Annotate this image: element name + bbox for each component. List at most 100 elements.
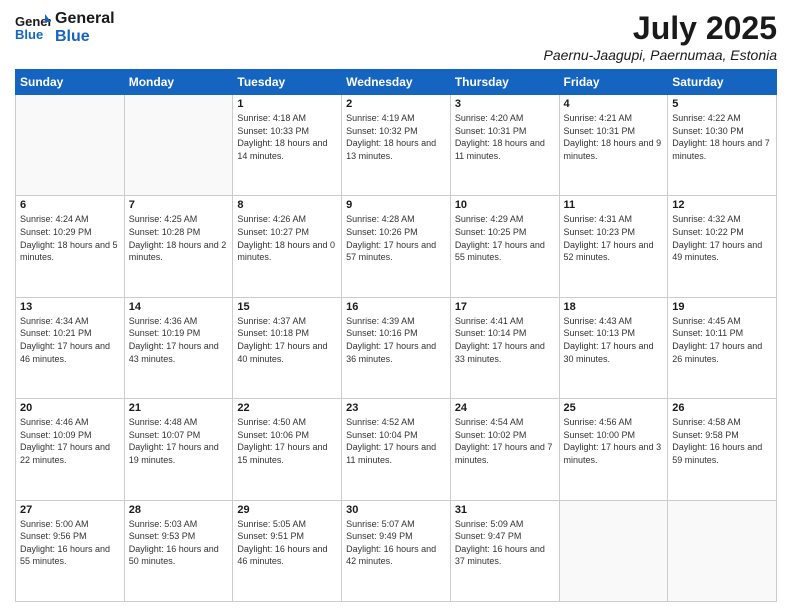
calendar-cell: 1 Sunrise: 4:18 AMSunset: 10:33 PMDayligh… xyxy=(233,95,342,196)
day-info: Sunrise: 4:39 AMSunset: 10:16 PMDaylight… xyxy=(346,315,446,365)
calendar-cell: 27 Sunrise: 5:00 AMSunset: 9:56 PMDayligh… xyxy=(16,500,125,601)
day-number: 28 xyxy=(129,504,229,516)
day-info: Sunrise: 4:24 AMSunset: 10:29 PMDaylight… xyxy=(20,213,120,263)
calendar-cell: 24 Sunrise: 4:54 AMSunset: 10:02 PMDaylig… xyxy=(450,399,559,500)
weekday-header-thursday: Thursday xyxy=(450,70,559,95)
calendar-cell: 31Sunrise: 5:09 AMSunset: 9:47 PMDayligh… xyxy=(450,500,559,601)
day-number: 31 xyxy=(455,504,555,516)
calendar-week-row: 27 Sunrise: 5:00 AMSunset: 9:56 PMDayligh… xyxy=(16,500,777,601)
day-number: 15 xyxy=(237,301,337,313)
weekday-header-tuesday: Tuesday xyxy=(233,70,342,95)
calendar-cell: 9 Sunrise: 4:28 AMSunset: 10:26 PMDayligh… xyxy=(342,196,451,297)
day-number: 12 xyxy=(672,199,772,211)
calendar-table: SundayMondayTuesdayWednesdayThursdayFrid… xyxy=(15,69,777,602)
day-number: 18 xyxy=(564,301,664,313)
day-number: 1 xyxy=(237,98,337,110)
svg-text:Blue: Blue xyxy=(15,27,43,42)
day-number: 16 xyxy=(346,301,446,313)
day-info: Sunrise: 4:22 AMSunset: 10:30 PMDaylight… xyxy=(672,112,772,162)
generalblue-logo-icon: General Blue xyxy=(15,12,51,44)
calendar-cell: 7 Sunrise: 4:25 AMSunset: 10:28 PMDayligh… xyxy=(124,196,233,297)
calendar-cell: 2Sunrise: 4:19 AMSunset: 10:32 PMDayligh… xyxy=(342,95,451,196)
day-number: 22 xyxy=(237,402,337,414)
calendar-cell xyxy=(559,500,668,601)
day-number: 19 xyxy=(672,301,772,313)
calendar-cell: 25Sunrise: 4:56 AMSunset: 10:00 PMDaylig… xyxy=(559,399,668,500)
weekday-header-sunday: Sunday xyxy=(16,70,125,95)
logo-general: General xyxy=(55,10,115,28)
calendar-cell: 12Sunrise: 4:32 AMSunset: 10:22 PMDaylig… xyxy=(668,196,777,297)
day-info: Sunrise: 4:19 AMSunset: 10:32 PMDaylight… xyxy=(346,112,446,162)
day-info: Sunrise: 4:18 AMSunset: 10:33 PMDaylight… xyxy=(237,112,337,162)
weekday-header-friday: Friday xyxy=(559,70,668,95)
calendar-cell: 19 Sunrise: 4:45 AMSunset: 10:11 PMDaylig… xyxy=(668,297,777,398)
calendar-cell: 14 Sunrise: 4:36 AMSunset: 10:19 PMDaylig… xyxy=(124,297,233,398)
logo-area: General Blue General Blue xyxy=(15,10,115,47)
day-info: Sunrise: 4:31 AMSunset: 10:23 PMDaylight… xyxy=(564,213,664,263)
day-info: Sunrise: 4:37 AMSunset: 10:18 PMDaylight… xyxy=(237,315,337,365)
day-number: 27 xyxy=(20,504,120,516)
day-info: Sunrise: 4:46 AMSunset: 10:09 PMDaylight… xyxy=(20,416,120,466)
day-info: Sunrise: 4:29 AMSunset: 10:25 PMDaylight… xyxy=(455,213,555,263)
calendar-cell xyxy=(124,95,233,196)
day-number: 13 xyxy=(20,301,120,313)
calendar-cell: 13 Sunrise: 4:34 AMSunset: 10:21 PMDaylig… xyxy=(16,297,125,398)
calendar-cell: 4 Sunrise: 4:21 AMSunset: 10:31 PMDayligh… xyxy=(559,95,668,196)
title-area: July 2025 Paernu-Jaagupi, Paernumaa, Est… xyxy=(544,10,777,63)
calendar-cell: 30 Sunrise: 5:07 AMSunset: 9:49 PMDayligh… xyxy=(342,500,451,601)
calendar-cell xyxy=(668,500,777,601)
calendar-cell: 6 Sunrise: 4:24 AMSunset: 10:29 PMDayligh… xyxy=(16,196,125,297)
weekday-header-row: SundayMondayTuesdayWednesdayThursdayFrid… xyxy=(16,70,777,95)
day-info: Sunrise: 4:26 AMSunset: 10:27 PMDaylight… xyxy=(237,213,337,263)
day-info: Sunrise: 4:54 AMSunset: 10:02 PMDaylight… xyxy=(455,416,555,466)
day-info: Sunrise: 4:43 AMSunset: 10:13 PMDaylight… xyxy=(564,315,664,365)
day-number: 29 xyxy=(237,504,337,516)
location-subtitle: Paernu-Jaagupi, Paernumaa, Estonia xyxy=(544,47,777,63)
day-info: Sunrise: 5:05 AMSunset: 9:51 PMDaylight:… xyxy=(237,518,337,568)
logo-blue: Blue xyxy=(55,28,115,46)
day-number: 5 xyxy=(672,98,772,110)
day-info: Sunrise: 5:07 AMSunset: 9:49 PMDaylight:… xyxy=(346,518,446,568)
day-number: 7 xyxy=(129,199,229,211)
calendar-cell: 26Sunrise: 4:58 AMSunset: 9:58 PMDayligh… xyxy=(668,399,777,500)
day-number: 9 xyxy=(346,199,446,211)
day-info: Sunrise: 4:50 AMSunset: 10:06 PMDaylight… xyxy=(237,416,337,466)
day-number: 30 xyxy=(346,504,446,516)
month-year-title: July 2025 xyxy=(544,10,777,47)
day-info: Sunrise: 4:36 AMSunset: 10:19 PMDaylight… xyxy=(129,315,229,365)
day-info: Sunrise: 4:41 AMSunset: 10:14 PMDaylight… xyxy=(455,315,555,365)
day-info: Sunrise: 4:28 AMSunset: 10:26 PMDaylight… xyxy=(346,213,446,263)
day-number: 11 xyxy=(564,199,664,211)
calendar-cell: 3 Sunrise: 4:20 AMSunset: 10:31 PMDayligh… xyxy=(450,95,559,196)
calendar-cell: 29 Sunrise: 5:05 AMSunset: 9:51 PMDayligh… xyxy=(233,500,342,601)
weekday-header-monday: Monday xyxy=(124,70,233,95)
day-number: 8 xyxy=(237,199,337,211)
day-info: Sunrise: 5:03 AMSunset: 9:53 PMDaylight:… xyxy=(129,518,229,568)
day-info: Sunrise: 4:25 AMSunset: 10:28 PMDaylight… xyxy=(129,213,229,263)
day-number: 20 xyxy=(20,402,120,414)
day-info: Sunrise: 4:20 AMSunset: 10:31 PMDaylight… xyxy=(455,112,555,162)
day-number: 6 xyxy=(20,199,120,211)
day-info: Sunrise: 4:48 AMSunset: 10:07 PMDaylight… xyxy=(129,416,229,466)
calendar-cell: 23Sunrise: 4:52 AMSunset: 10:04 PMDaylig… xyxy=(342,399,451,500)
calendar-cell: 15 Sunrise: 4:37 AMSunset: 10:18 PMDaylig… xyxy=(233,297,342,398)
day-number: 4 xyxy=(564,98,664,110)
calendar-cell: 10Sunrise: 4:29 AMSunset: 10:25 PMDaylig… xyxy=(450,196,559,297)
day-info: Sunrise: 4:21 AMSunset: 10:31 PMDaylight… xyxy=(564,112,664,162)
day-info: Sunrise: 4:34 AMSunset: 10:21 PMDaylight… xyxy=(20,315,120,365)
page: General Blue General Blue July 2025 Paer… xyxy=(0,0,792,612)
calendar-cell: 17 Sunrise: 4:41 AMSunset: 10:14 PMDaylig… xyxy=(450,297,559,398)
day-number: 24 xyxy=(455,402,555,414)
day-info: Sunrise: 4:45 AMSunset: 10:11 PMDaylight… xyxy=(672,315,772,365)
calendar-cell: 8 Sunrise: 4:26 AMSunset: 10:27 PMDayligh… xyxy=(233,196,342,297)
calendar-cell: 18 Sunrise: 4:43 AMSunset: 10:13 PMDaylig… xyxy=(559,297,668,398)
day-info: Sunrise: 4:56 AMSunset: 10:00 PMDaylight… xyxy=(564,416,664,466)
day-info: Sunrise: 5:00 AMSunset: 9:56 PMDaylight:… xyxy=(20,518,120,568)
day-number: 3 xyxy=(455,98,555,110)
calendar-cell: 5 Sunrise: 4:22 AMSunset: 10:30 PMDayligh… xyxy=(668,95,777,196)
day-info: Sunrise: 4:52 AMSunset: 10:04 PMDaylight… xyxy=(346,416,446,466)
calendar-cell: 20 Sunrise: 4:46 AMSunset: 10:09 PMDaylig… xyxy=(16,399,125,500)
day-number: 14 xyxy=(129,301,229,313)
day-number: 17 xyxy=(455,301,555,313)
calendar-cell xyxy=(16,95,125,196)
